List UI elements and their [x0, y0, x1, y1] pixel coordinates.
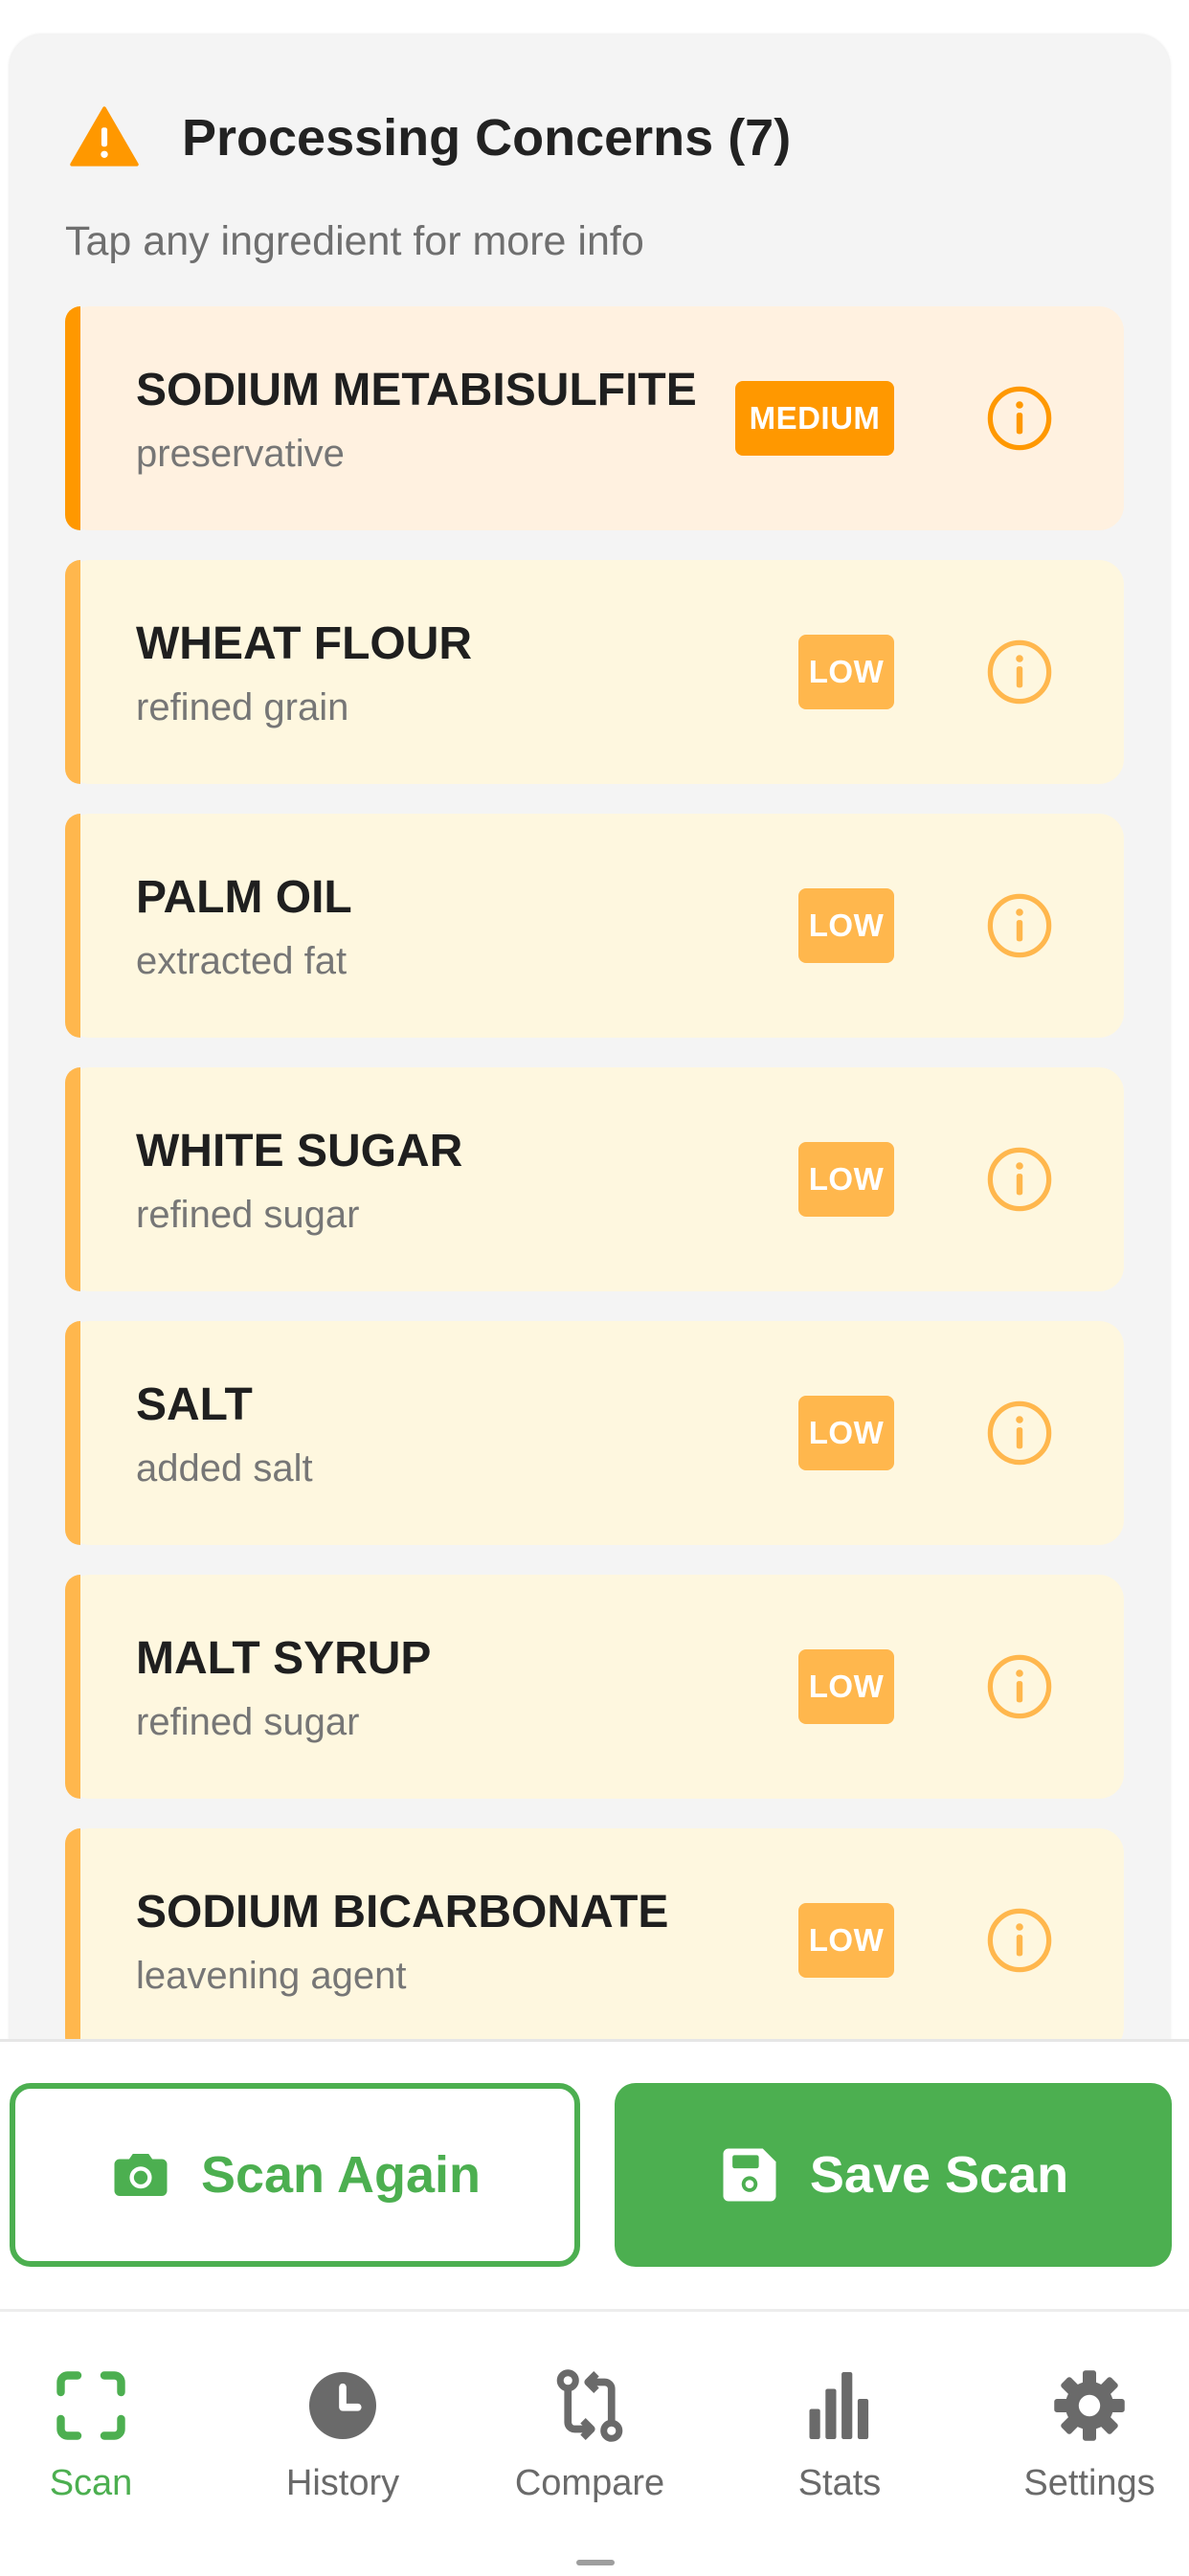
nav-item-history[interactable]: History [233, 2365, 453, 2504]
severity-badge: MEDIUM [735, 381, 894, 456]
ingredient-category: extracted fat [136, 940, 348, 982]
nav-item-scan[interactable]: Scan [0, 2365, 201, 2504]
ingredient-item[interactable]: WHEAT FLOUR refined grain LOW [65, 560, 1124, 784]
save-scan-button[interactable]: Save Scan [615, 2083, 1172, 2267]
info-icon[interactable] [986, 385, 1053, 452]
info-icon[interactable] [986, 1146, 1053, 1213]
nav-label-compare: Compare [514, 2463, 665, 2503]
nav-item-compare[interactable]: Compare [480, 2365, 700, 2504]
save-icon [723, 2148, 776, 2202]
ingredient-name: WHITE SUGAR [136, 1126, 463, 1176]
ingredient-item[interactable]: SODIUM BICARBONATE leavening agent LOW [65, 1828, 1124, 2052]
processing-concerns-card: Processing Concerns (7) Tap any ingredie… [10, 34, 1170, 2140]
save-scan-label: Save Scan [809, 2146, 1069, 2204]
ingredient-item[interactable]: PALM OIL extracted fat LOW [65, 814, 1124, 1038]
severity-badge: LOW [798, 1142, 894, 1217]
camera-icon [114, 2154, 168, 2196]
ingredient-item[interactable]: MALT SYRUP refined sugar LOW [65, 1575, 1124, 1799]
nav-label-history: History [285, 2463, 400, 2503]
ingredient-item[interactable]: SODIUM METABISULFITE preservative MEDIUM [65, 306, 1124, 530]
card-title: Processing Concerns (7) [182, 109, 792, 167]
ingredient-name: SODIUM METABISULFITE [136, 365, 697, 415]
severity-badge: LOW [798, 888, 894, 963]
info-icon[interactable] [986, 892, 1053, 959]
bottom-navigation: Scan History Compare Stats Settings [0, 2309, 1189, 2576]
compare-arrows-icon [556, 2369, 623, 2442]
info-icon[interactable] [986, 1653, 1053, 1720]
card-header: Processing Concerns (7) [69, 100, 791, 176]
ingredient-item[interactable]: SALT added salt LOW [65, 1321, 1124, 1545]
severity-badge: LOW [798, 1649, 894, 1724]
nav-label-settings: Settings [1023, 2463, 1155, 2503]
severity-badge: LOW [798, 1396, 894, 1470]
card-subtitle: Tap any ingredient for more info [65, 218, 644, 264]
ingredient-category: refined grain [136, 686, 349, 728]
scan-frame-icon [56, 2371, 125, 2440]
ingredient-category: leavening agent [136, 1955, 407, 1997]
home-indicator [576, 2560, 615, 2565]
scan-again-label: Scan Again [200, 2146, 482, 2204]
nav-label-stats: Stats [797, 2463, 882, 2503]
ingredient-item[interactable]: WHITE SUGAR refined sugar LOW [65, 1067, 1124, 1291]
ingredient-category: refined sugar [136, 1194, 360, 1236]
severity-badge: LOW [798, 635, 894, 709]
info-icon[interactable] [986, 1907, 1053, 1974]
info-icon[interactable] [986, 1400, 1053, 1467]
ingredient-name: SODIUM BICARBONATE [136, 1887, 669, 1938]
severity-badge: LOW [798, 1903, 894, 1978]
bar-chart-icon [809, 2372, 869, 2439]
ingredient-category: preservative [136, 433, 345, 475]
warning-icon [70, 106, 139, 167]
nav-item-stats[interactable]: Stats [729, 2365, 950, 2504]
nav-label-scan: Scan [49, 2463, 133, 2503]
info-icon[interactable] [986, 638, 1053, 706]
scan-again-button[interactable]: Scan Again [10, 2083, 580, 2267]
ingredient-name: MALT SYRUP [136, 1633, 432, 1684]
clock-icon [309, 2372, 376, 2439]
ingredient-name: WHEAT FLOUR [136, 618, 473, 669]
nav-item-settings[interactable]: Settings [979, 2365, 1189, 2504]
gear-icon [1054, 2370, 1125, 2441]
ingredient-category: added salt [136, 1447, 313, 1490]
ingredient-name: SALT [136, 1379, 253, 1430]
ingredient-name: PALM OIL [136, 872, 352, 923]
ingredient-category: refined sugar [136, 1701, 360, 1743]
